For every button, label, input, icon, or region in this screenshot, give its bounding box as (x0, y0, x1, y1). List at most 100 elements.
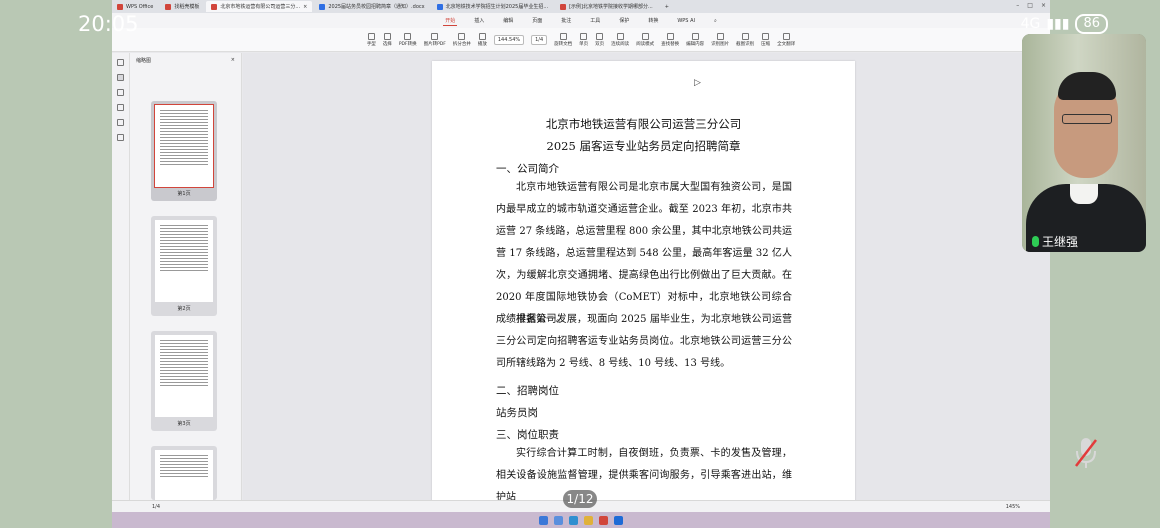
app-icon[interactable] (614, 515, 623, 525)
find-icon (666, 32, 674, 40)
tool-button[interactable]: 播放 (478, 32, 487, 47)
page-navigator[interactable]: 1/4 (152, 504, 160, 510)
speaker-name: 王继强 (1032, 233, 1078, 250)
glasses (1062, 114, 1112, 124)
tool-button[interactable]: 连续阅读 (611, 32, 629, 47)
thumbnail-image (155, 220, 213, 302)
tool-button[interactable]: 手型 (367, 32, 376, 47)
menu-item[interactable]: 保护 (617, 16, 631, 25)
translate-icon (782, 32, 790, 40)
window-controls: – □ × (1016, 2, 1046, 9)
maximize-icon[interactable]: □ (1027, 2, 1033, 9)
tab-2[interactable]: 北京市地铁运营有限公司运营三分... × (206, 1, 313, 12)
tool-button[interactable]: 旋转文档 (554, 32, 572, 47)
thumbnail-page-4[interactable] (151, 446, 217, 500)
document-view[interactable]: ▷ 北京市地铁运营有限公司运营三分公司 2025 届客运专业站务员定向招聘简章 … (243, 53, 1050, 500)
mic-icon (1032, 236, 1039, 247)
single-page-icon (580, 32, 588, 40)
tool-button[interactable]: 编辑内容 (686, 32, 704, 47)
tool-button[interactable]: 压缩 (761, 32, 770, 47)
thumbnail-icon[interactable] (117, 74, 124, 81)
menu-item[interactable]: 编辑 (501, 16, 515, 25)
attachment-icon[interactable] (117, 134, 124, 141)
close-icon[interactable]: × (303, 4, 307, 10)
tool-button[interactable]: 识别图片 (711, 32, 729, 47)
menu-item[interactable]: 转换 (646, 16, 660, 25)
zoom-level[interactable]: 145% (1006, 504, 1020, 510)
mouse-cursor-icon: ▷ (694, 78, 701, 88)
minimize-icon[interactable]: – (1016, 2, 1019, 9)
wps-icon[interactable] (599, 515, 608, 525)
play-icon (478, 32, 486, 40)
mic-muted-icon[interactable] (1072, 436, 1100, 470)
battery-icon: 86 (1075, 14, 1108, 34)
zoom-input[interactable]: 144.54% (493, 34, 525, 45)
tool-button[interactable]: 截图识别 (736, 32, 754, 47)
pdf-icon (211, 3, 218, 10)
menu-item[interactable]: WPS AI (675, 17, 697, 25)
new-tab-button[interactable]: + (660, 1, 674, 12)
start-icon[interactable] (539, 515, 548, 525)
tool-button[interactable]: PDF转换 (399, 32, 417, 47)
pdf-icon (560, 3, 567, 10)
tool-button[interactable]: 双页 (595, 32, 604, 47)
template-icon (165, 3, 172, 10)
folder-icon[interactable] (584, 515, 593, 525)
screenshot-icon (741, 32, 749, 40)
tool-button[interactable]: 选择 (383, 32, 392, 47)
ocr-icon (716, 32, 724, 40)
tool-button[interactable]: 图片转PDF (424, 32, 446, 47)
menu-bar: 开始 插入 编辑 页面 批注 工具 保护 转换 WPS AI ⌕ (112, 13, 1050, 28)
thumbnail-image (155, 335, 213, 417)
select-icon (383, 32, 391, 40)
close-icon[interactable]: × (231, 57, 235, 63)
tab-3[interactable]: 2025届站务员校园招聘简章（通知）.docx (314, 1, 429, 12)
bookmark-icon[interactable] (117, 104, 124, 111)
thumbnail-page-3[interactable]: 第3页 (151, 331, 217, 431)
tab-0[interactable]: WPS Office (112, 1, 158, 12)
left-rail (112, 53, 130, 500)
tab-4[interactable]: 北京地铁技术学院招生计划2025届毕业生招... (432, 1, 554, 12)
paragraph: 站务员岗 (496, 407, 538, 419)
tool-button[interactable]: 查找替换 (661, 32, 679, 47)
wps-window: WPS Office 找稻壳模板 北京市地铁运营有限公司运营三分... × 20… (112, 0, 1050, 512)
word-icon (319, 3, 326, 10)
close-window-icon[interactable]: × (1041, 2, 1046, 9)
menu-item[interactable]: 插入 (472, 16, 486, 25)
edge-icon[interactable] (569, 515, 578, 525)
section-heading: 一、公司简介 (496, 163, 559, 175)
section-heading: 二、招聘岗位 (496, 385, 559, 397)
menu-item[interactable]: 页面 (530, 16, 544, 25)
tool-button[interactable]: 阅读模式 (636, 32, 654, 47)
comment-icon[interactable] (117, 89, 124, 96)
image-icon (431, 32, 439, 40)
double-page-icon (596, 32, 604, 40)
video-tile[interactable]: 王继强 (1022, 34, 1146, 252)
tab-1[interactable]: 找稻壳模板 (160, 1, 204, 12)
tool-button[interactable]: 单页 (579, 32, 588, 47)
tab-5[interactable]: [示例]北京地铁学院接收学期哪部分... (555, 1, 658, 12)
signature-icon[interactable] (117, 119, 124, 126)
menu-item[interactable]: 工具 (588, 16, 602, 25)
thumbnail-image (155, 450, 213, 500)
tool-button[interactable]: 拆分合并 (453, 32, 471, 47)
hand-icon (367, 32, 375, 40)
taskbar (112, 512, 1050, 528)
search-icon[interactable] (554, 515, 563, 525)
page-input[interactable]: 1/4 (531, 34, 548, 45)
thumbnail-page-2[interactable]: 第2页 (151, 216, 217, 316)
split-icon (458, 32, 466, 40)
thumbnail-page-1[interactable]: 第1页 (151, 101, 217, 201)
continuous-icon (616, 32, 624, 40)
paragraph: 根据公司发展，现面向 2025 届毕业生，为北京地铁公司运营三分公司定向招聘客运… (496, 314, 792, 369)
tool-button[interactable]: 全文翻译 (777, 32, 795, 47)
doc-subtitle: 2025 届客运专业站务员定向招聘简章 (546, 139, 741, 153)
word-icon (436, 3, 443, 10)
paragraph: 北京市地铁运营有限公司是北京市属大型国有独资公司，是国内最早成立的城市轨道交通运… (496, 182, 792, 325)
menu-item[interactable]: 批注 (559, 16, 573, 25)
search-icon[interactable]: ⌕ (712, 17, 719, 25)
menu-item[interactable]: 开始 (443, 16, 458, 26)
compress-icon (762, 32, 770, 40)
edit-icon (691, 32, 699, 40)
outline-icon[interactable] (117, 59, 124, 66)
